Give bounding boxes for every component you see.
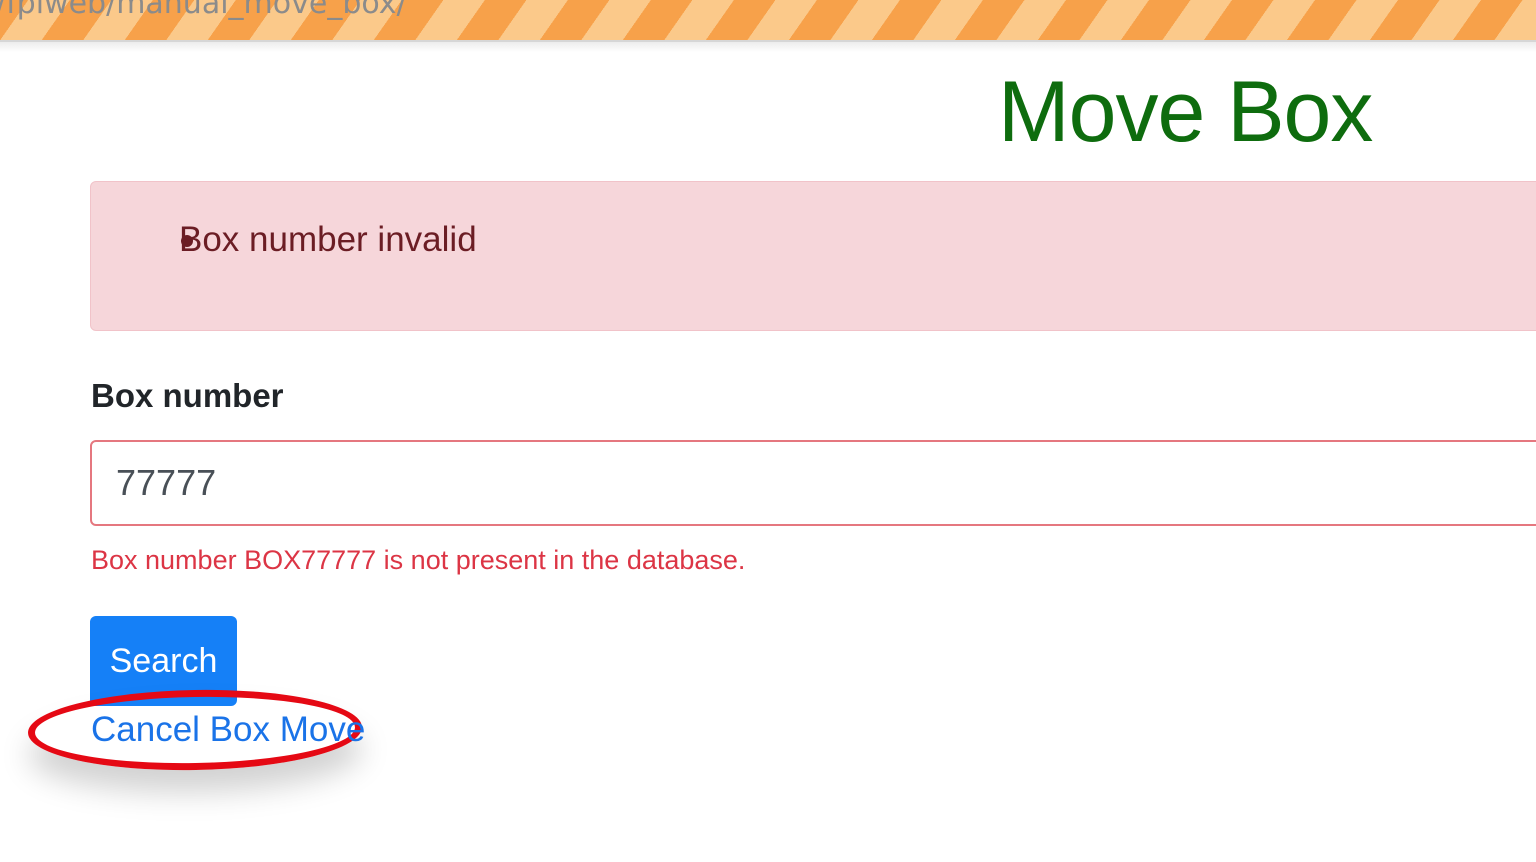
error-alert: Box number invalid: [90, 181, 1536, 331]
box-number-input[interactable]: [90, 440, 1536, 526]
url-text[interactable]: /fpiweb/manual_move_box/: [0, 0, 407, 21]
box-number-label: Box number: [91, 377, 284, 414]
cancel-box-move-link[interactable]: Cancel Box Move: [91, 708, 365, 752]
browser-url-bar[interactable]: /fpiweb/manual_move_box/: [0, 0, 1536, 42]
box-number-error: Box number BOX77777 is not present in th…: [91, 545, 746, 575]
page-title: Move Box: [998, 64, 1373, 160]
toolbar-divider: [0, 42, 1536, 52]
error-message: Box number invalid: [179, 220, 477, 259]
